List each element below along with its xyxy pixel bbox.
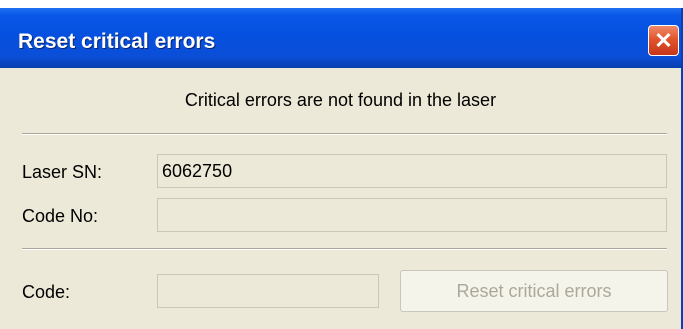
window-title: Reset critical errors (18, 30, 216, 53)
code-label: Code: (22, 282, 71, 302)
reset-critical-errors-dialog: Reset critical errors ✕ Critical errors … (0, 8, 683, 329)
laser-sn-label: Laser SN: (22, 162, 103, 182)
title-bar[interactable]: Reset critical errors ✕ (0, 8, 681, 68)
separator-top (22, 133, 667, 135)
code-field[interactable] (157, 274, 379, 308)
code-no-label: Code No: (22, 206, 99, 226)
close-button[interactable]: ✕ (648, 25, 679, 56)
laser-sn-field[interactable] (157, 154, 667, 188)
status-message: Critical errors are not found in the las… (184, 90, 497, 110)
separator-bottom (22, 248, 667, 250)
close-icon: ✕ (654, 27, 673, 53)
code-no-field[interactable] (157, 198, 667, 232)
reset-critical-errors-button[interactable]: Reset critical errors (400, 270, 668, 312)
